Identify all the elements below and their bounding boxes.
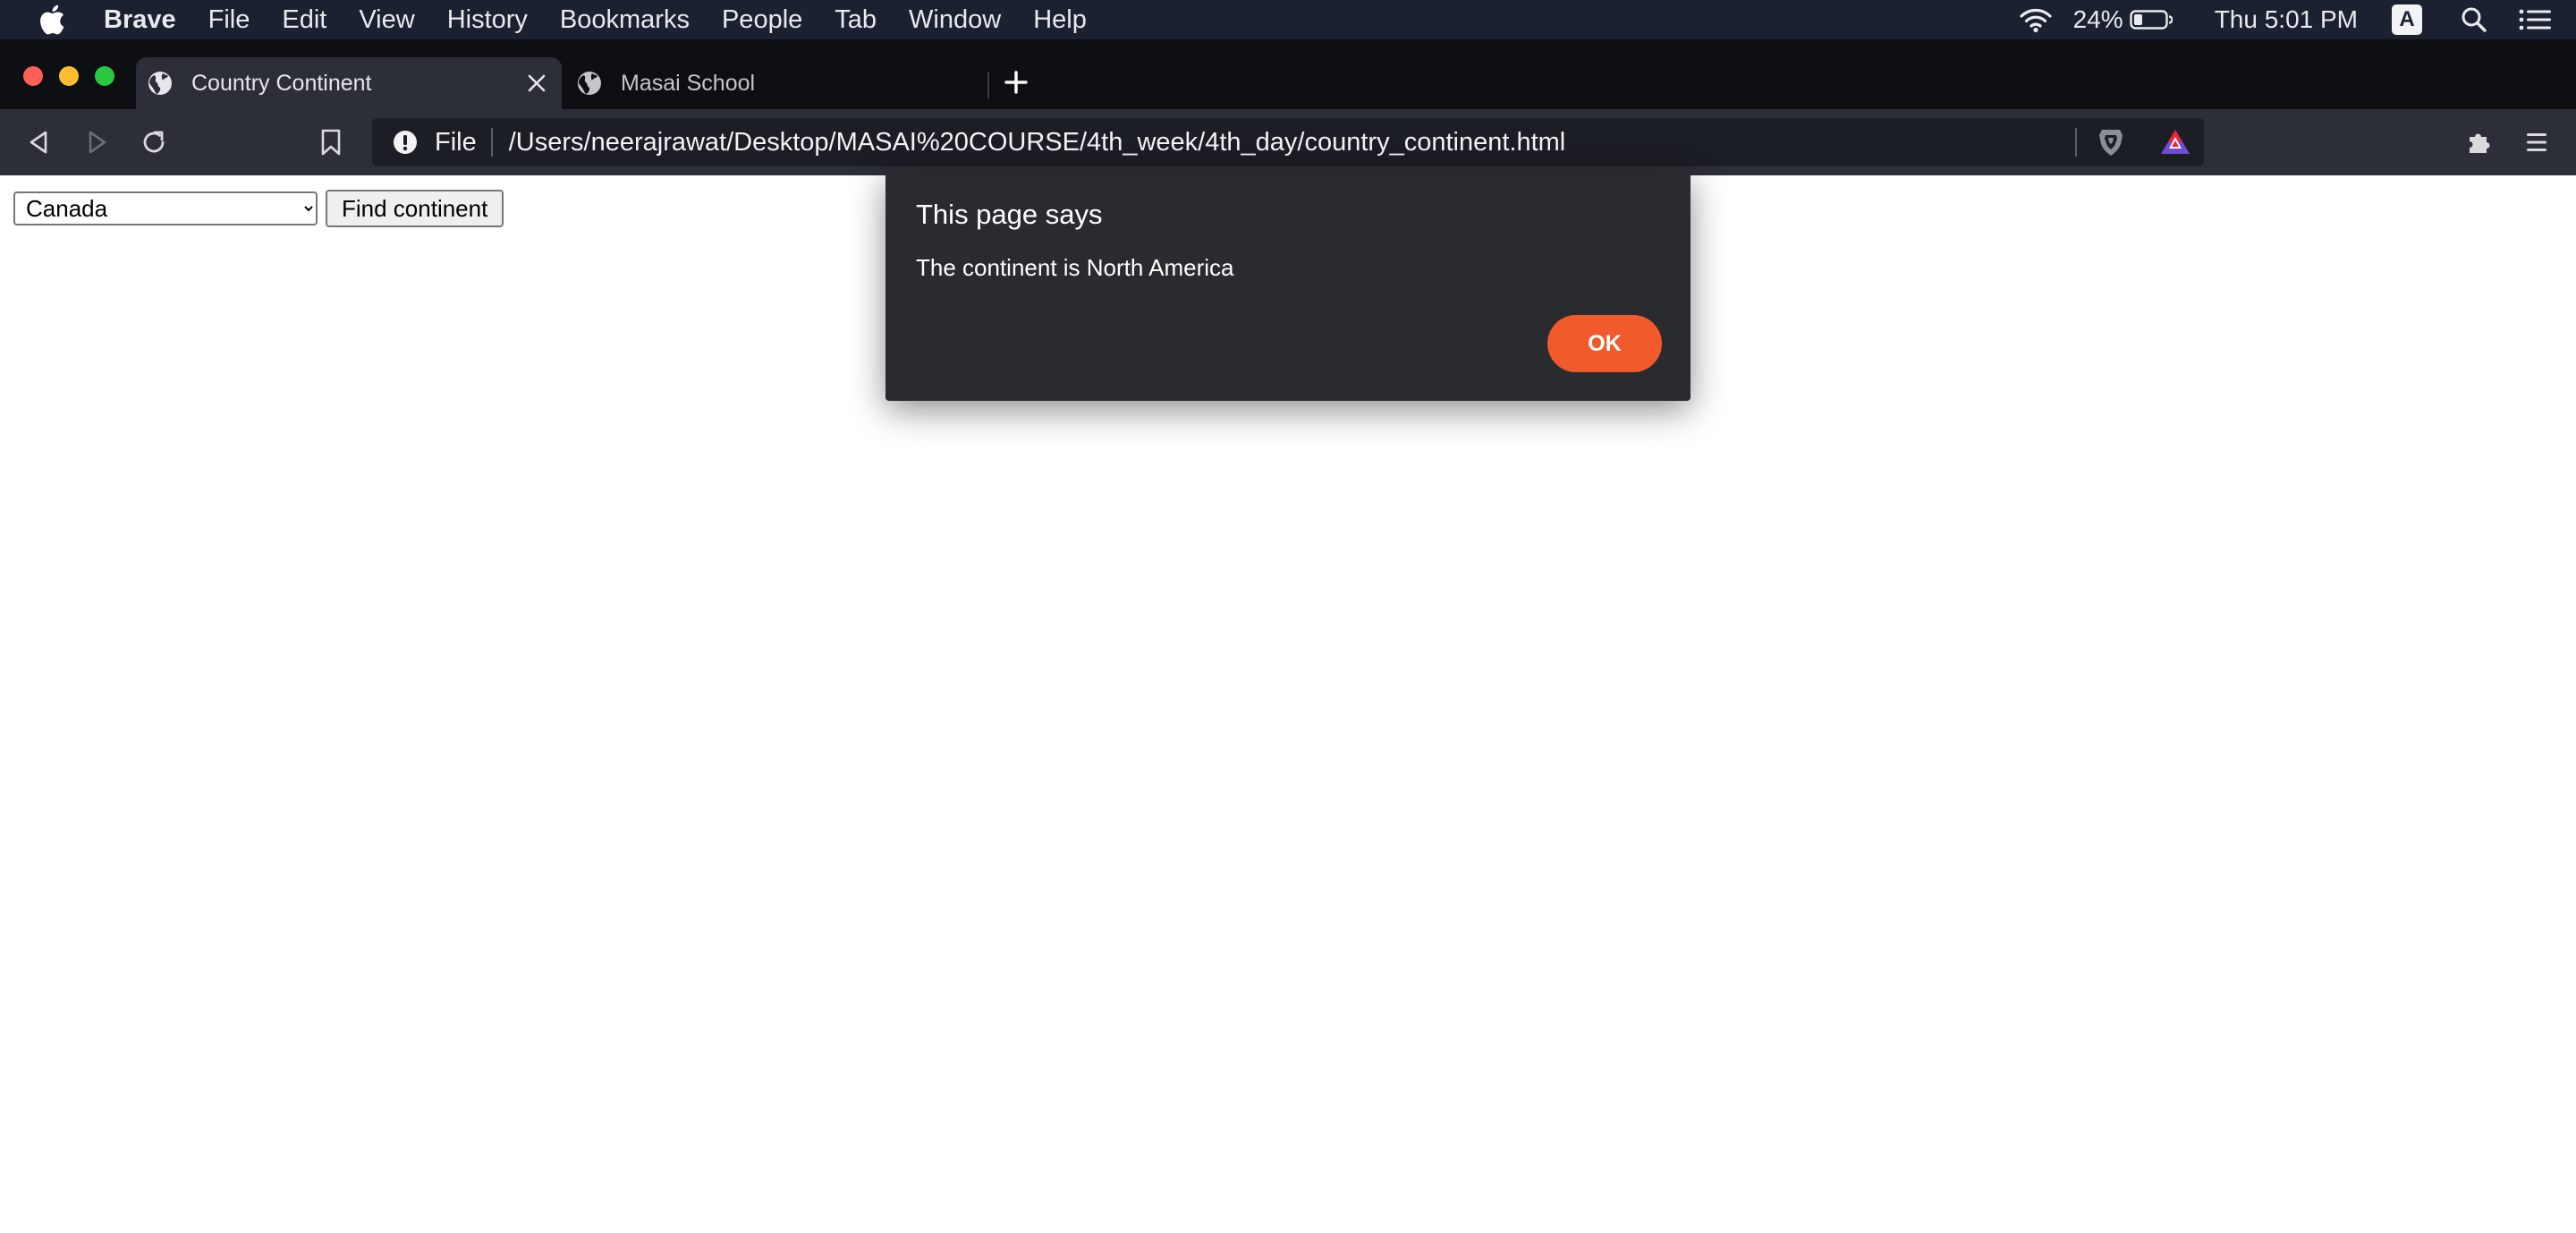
dialog-title: This page says xyxy=(916,199,1103,230)
bookmark-icon[interactable] xyxy=(313,124,349,160)
ok-button[interactable]: OK xyxy=(1547,315,1662,372)
wifi-icon[interactable] xyxy=(2016,6,2055,33)
clock[interactable]: Thu 5:01 PM xyxy=(2209,5,2363,34)
site-info-icon[interactable] xyxy=(392,129,419,156)
dialog-message: The continent is North America xyxy=(916,254,1234,281)
forward-arrow-icon[interactable] xyxy=(79,124,114,160)
url-text[interactable]: /Users/neerajrawat/Desktop/MASAI%20COURS… xyxy=(509,128,2075,157)
url-scheme-label: File xyxy=(435,127,477,157)
brave-rewards-icon[interactable] xyxy=(2159,126,2191,158)
tab-masai-school[interactable]: Masai School xyxy=(572,57,984,109)
input-source-icon[interactable]: A xyxy=(2392,4,2422,35)
url-divider xyxy=(490,128,493,157)
close-icon[interactable] xyxy=(524,71,549,96)
country-select[interactable]: Canada xyxy=(13,191,318,225)
reload-icon[interactable] xyxy=(136,124,172,160)
browser-toolbar: File /Users/neerajrawat/Desktop/MASAI%20… xyxy=(0,109,2576,175)
menu-history[interactable]: History xyxy=(431,0,544,39)
battery-percent: 24% xyxy=(2072,5,2123,33)
menu-file[interactable]: File xyxy=(192,0,267,39)
url-divider xyxy=(2075,128,2077,157)
spotlight-search-icon[interactable] xyxy=(2460,6,2488,33)
hamburger-menu-icon[interactable] xyxy=(2519,124,2555,160)
menu-app-name[interactable]: Brave xyxy=(97,0,192,39)
menu-window[interactable]: Window xyxy=(893,0,1017,39)
menu-people[interactable]: People xyxy=(706,0,818,39)
tab-title: Country Continent xyxy=(191,70,372,96)
input-source-label: A xyxy=(2399,7,2415,31)
macos-menu-bar: Brave File Edit View History Bookmarks P… xyxy=(0,0,2576,39)
tab-strip: Country Continent Masai School xyxy=(0,39,2576,109)
menu-help[interactable]: Help xyxy=(1017,0,1103,39)
window-close-button[interactable] xyxy=(23,66,43,86)
menu-edit[interactable]: Edit xyxy=(266,0,343,39)
find-continent-button[interactable]: Find continent xyxy=(326,190,504,227)
new-tab-plus-icon[interactable] xyxy=(1000,66,1032,98)
menu-view[interactable]: View xyxy=(343,0,430,39)
notification-center-icon[interactable] xyxy=(2519,8,2551,31)
globe-icon xyxy=(576,70,603,97)
globe-icon xyxy=(147,70,174,97)
back-arrow-icon[interactable] xyxy=(21,124,57,160)
window-minimize-button[interactable] xyxy=(59,66,79,86)
tab-divider xyxy=(987,72,989,98)
window-zoom-button[interactable] xyxy=(95,66,114,86)
address-bar[interactable]: File /Users/neerajrawat/Desktop/MASAI%20… xyxy=(372,118,2204,166)
tab-country-continent[interactable]: Country Continent xyxy=(136,57,562,109)
apple-logo-icon[interactable] xyxy=(34,2,70,38)
extensions-puzzle-icon[interactable] xyxy=(2462,124,2497,160)
menu-tab[interactable]: Tab xyxy=(818,0,893,39)
battery-icon[interactable] xyxy=(2129,9,2174,30)
brave-shields-icon[interactable] xyxy=(2095,126,2127,158)
tab-title: Masai School xyxy=(621,70,756,96)
status-area: 24% Thu 5:01 PM A xyxy=(2016,0,2576,39)
alert-dialog: This page says The continent is North Am… xyxy=(886,172,1690,401)
menu-bookmarks[interactable]: Bookmarks xyxy=(544,0,706,39)
